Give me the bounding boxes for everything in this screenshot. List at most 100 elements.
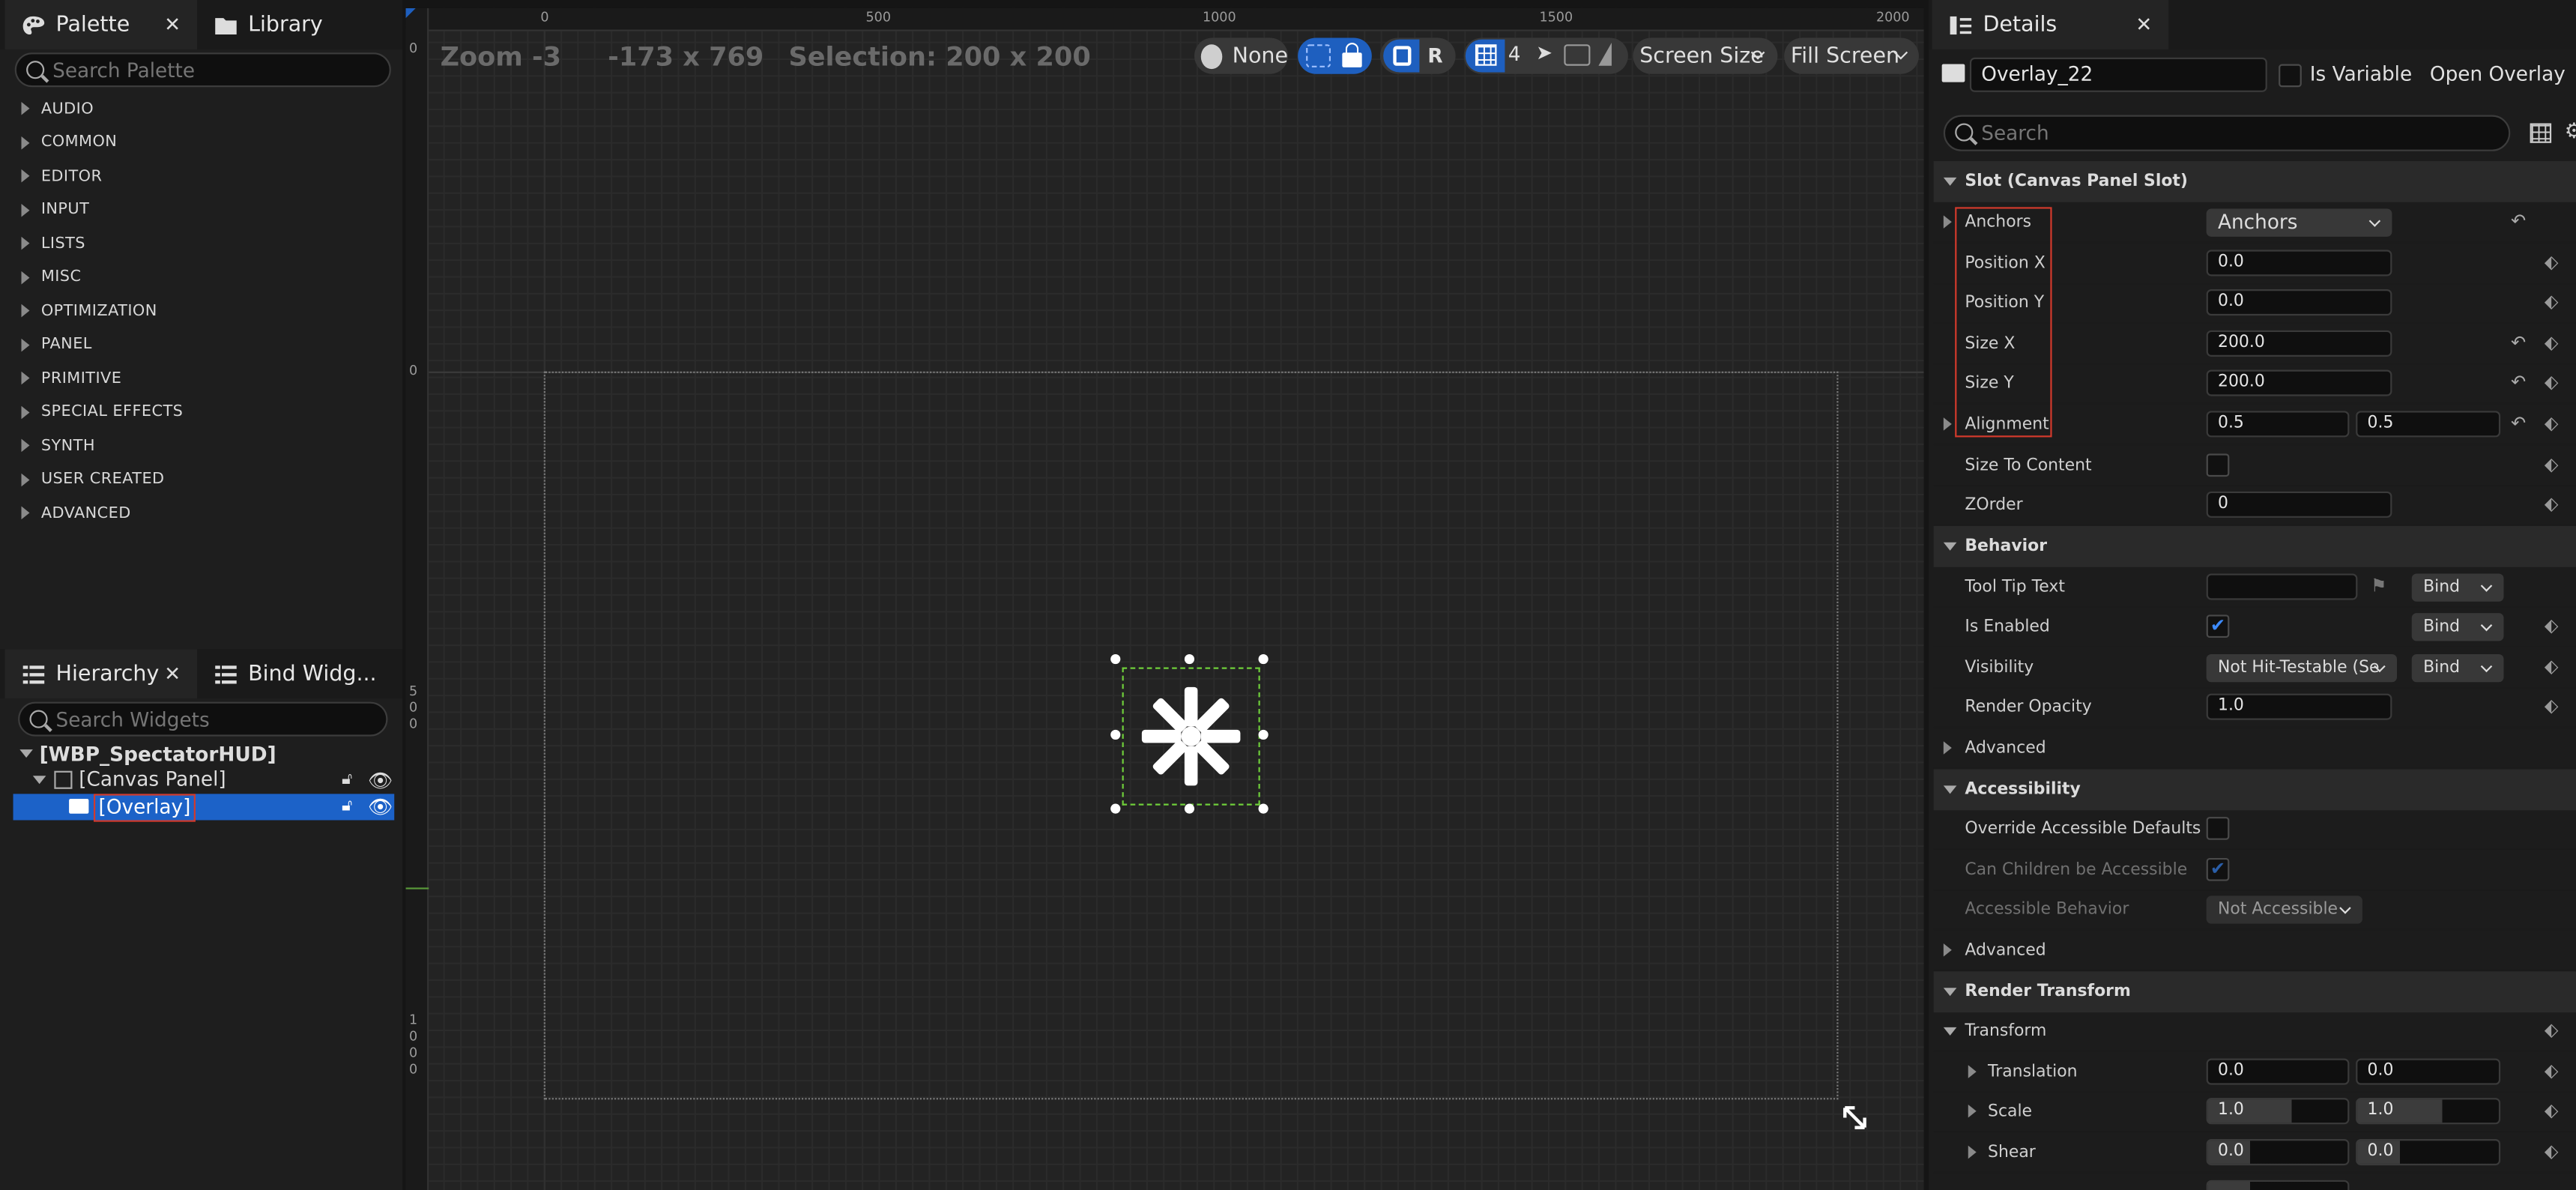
keyframe-icon[interactable]: ⬖ [2540, 372, 2563, 395]
palette-category-common[interactable]: COMMON [15, 126, 396, 160]
mirror-icon[interactable] [1598, 43, 1612, 66]
size-x-input[interactable]: 200.0 [2206, 330, 2392, 357]
visibility-bind-dropdown[interactable]: Bind [2411, 653, 2504, 683]
palette-category-misc[interactable]: MISC [15, 261, 396, 295]
settings-icon[interactable]: ⚙ [2565, 120, 2576, 145]
tooltip-bind-dropdown[interactable]: Bind [2411, 573, 2504, 602]
palette-category-audio[interactable]: AUDIO [15, 92, 396, 126]
expand-arrow-icon[interactable] [19, 749, 33, 758]
keyframe-icon[interactable]: ⬖ [2540, 291, 2563, 314]
details-search-input[interactable] [1943, 115, 2511, 151]
anchors-dropdown[interactable]: Anchors [2206, 208, 2392, 237]
resize-handle[interactable] [1258, 803, 1269, 814]
keyframe-icon[interactable]: ⬖ [2540, 453, 2563, 477]
is-enabled-bind-dropdown[interactable]: Bind [2411, 613, 2504, 641]
cursor-icon[interactable]: ➤ [1532, 41, 1558, 70]
palette-category-optimization[interactable]: OPTIMIZATION [15, 295, 396, 328]
flag-icon[interactable]: ⚑ [2371, 576, 2387, 597]
hierarchy-search-input[interactable] [18, 701, 388, 737]
resize-handle[interactable] [1184, 729, 1195, 740]
unlock-icon[interactable]: 🔓︎ [342, 797, 352, 815]
palette-category-synth[interactable]: SYNTH [15, 429, 396, 462]
expand-arrow-icon[interactable] [1943, 741, 1952, 755]
resize-handle[interactable] [1110, 803, 1121, 814]
collapse-arrow-icon[interactable] [1943, 1027, 1957, 1036]
section-render-transform[interactable]: Render Transform [1933, 971, 2576, 1012]
image-icon[interactable] [1564, 44, 1591, 66]
position-y-input[interactable]: 0.0 [2206, 289, 2392, 316]
details-search-field[interactable] [1981, 121, 2509, 145]
size-y-input[interactable]: 200.0 [2206, 369, 2392, 396]
resize-handle[interactable] [1184, 653, 1195, 665]
render-opacity-input[interactable]: 1.0 [2206, 693, 2392, 720]
tab-library[interactable]: Library [197, 0, 394, 49]
reset-icon[interactable]: ↶ [2509, 332, 2528, 355]
palette-category-primitive[interactable]: PRIMITIVE [15, 362, 396, 396]
translation-x-input[interactable]: 0.0 [2206, 1058, 2350, 1085]
is-variable-checkbox[interactable] [2279, 64, 2302, 88]
palette-category-lists[interactable]: LISTS [15, 227, 396, 261]
zorder-input[interactable]: 0 [2206, 491, 2392, 518]
row-transform[interactable]: Transform ⬖ [1933, 1011, 2576, 1051]
hierarchy-search-field[interactable] [55, 707, 387, 731]
shear-y-input[interactable]: 0.0 [2356, 1139, 2501, 1166]
reset-icon[interactable]: ↶ [2509, 413, 2528, 436]
resize-handle[interactable] [1258, 653, 1269, 665]
tab-details[interactable]: Details ✕ [1932, 0, 2169, 49]
close-icon[interactable]: ✕ [2135, 13, 2152, 37]
resize-handle[interactable] [1110, 729, 1121, 740]
keyframe-icon[interactable]: ⬖ [2540, 332, 2563, 355]
keyframe-icon[interactable]: ⬖ [2540, 1060, 2563, 1084]
palette-category-panel[interactable]: PANEL [15, 328, 396, 362]
tab-hierarchy[interactable]: Hierarchy ✕ [4, 649, 198, 699]
screen-size-dropdown[interactable]: Screen Size [1633, 37, 1778, 74]
reset-icon[interactable]: ↶ [2509, 372, 2528, 395]
tree-item-canvas-panel[interactable]: [Canvas Panel] 🔓︎ 👁︎ [13, 767, 395, 794]
resize-handle[interactable] [1258, 729, 1269, 740]
reset-icon[interactable]: ↶ [2509, 211, 2528, 234]
tree-item-overlay[interactable]: [Overlay] 🔓︎ 👁︎ [13, 794, 395, 822]
palette-category-advanced[interactable]: ADVANCED [15, 496, 396, 530]
tooltip-input[interactable] [2206, 573, 2358, 600]
expand-arrow-icon[interactable] [32, 776, 46, 785]
resize-handle-icon[interactable] [1840, 1103, 1869, 1132]
keyframe-icon[interactable]: ⬖ [2540, 1019, 2563, 1042]
tab-palette[interactable]: Palette ✕ [4, 0, 198, 49]
row-advanced-2[interactable]: Advanced [1933, 930, 2576, 971]
tree-item-root[interactable]: [WBP_SpectatorHUD] [13, 741, 395, 767]
scale-y-input[interactable]: 1.0 [2356, 1098, 2501, 1125]
palette-category-special-effects[interactable]: SPECIAL EFFECTS [15, 396, 396, 429]
palette-category-user-created[interactable]: USER CREATED [15, 462, 396, 496]
expand-arrow-icon[interactable] [1968, 1065, 1977, 1078]
alignment-y-input[interactable]: 0.5 [2356, 411, 2501, 438]
resize-handle[interactable] [1110, 653, 1121, 665]
resize-handle[interactable] [1184, 803, 1195, 814]
palette-search-field[interactable] [52, 58, 390, 82]
keyframe-icon[interactable]: ⬖ [2540, 695, 2563, 719]
unlock-icon[interactable]: 🔓︎ [342, 771, 352, 789]
expand-arrow-icon[interactable] [1943, 417, 1952, 431]
table-view-icon[interactable] [2530, 123, 2552, 143]
row-advanced[interactable]: Advanced [1933, 728, 2576, 769]
r-button[interactable]: R [1427, 44, 1442, 67]
translation-y-input[interactable]: 0.0 [2356, 1058, 2501, 1085]
palette-category-editor[interactable]: EDITOR [15, 160, 396, 193]
expand-arrow-icon[interactable] [1968, 1104, 1977, 1118]
expand-arrow-icon[interactable] [1943, 943, 1952, 957]
lock-icon[interactable] [1342, 43, 1362, 67]
size-to-content-checkbox[interactable] [2206, 453, 2230, 477]
localization-button[interactable]: None [1194, 37, 1288, 74]
widget-name-field[interactable]: Overlay_22 [1969, 57, 2267, 92]
override-accessible-checkbox[interactable] [2206, 817, 2230, 840]
angle-input-partial[interactable] [2206, 1180, 2350, 1190]
is-enabled-checkbox[interactable]: ✔ [2206, 614, 2230, 638]
fill-screen-dropdown[interactable]: Fill Screen [1784, 37, 1919, 74]
grid-size-value[interactable]: 4 [1508, 43, 1521, 66]
scale-x-input[interactable]: 1.0 [2206, 1098, 2350, 1125]
section-accessibility[interactable]: Accessibility [1933, 769, 2576, 810]
expand-arrow-icon[interactable] [1968, 1145, 1977, 1159]
keyframe-icon[interactable]: ⬖ [2540, 614, 2563, 638]
close-icon[interactable]: ✕ [164, 662, 181, 686]
tab-bind-widgets[interactable]: Bind Widg... [197, 649, 394, 698]
eye-icon[interactable]: 👁︎ [368, 769, 393, 792]
